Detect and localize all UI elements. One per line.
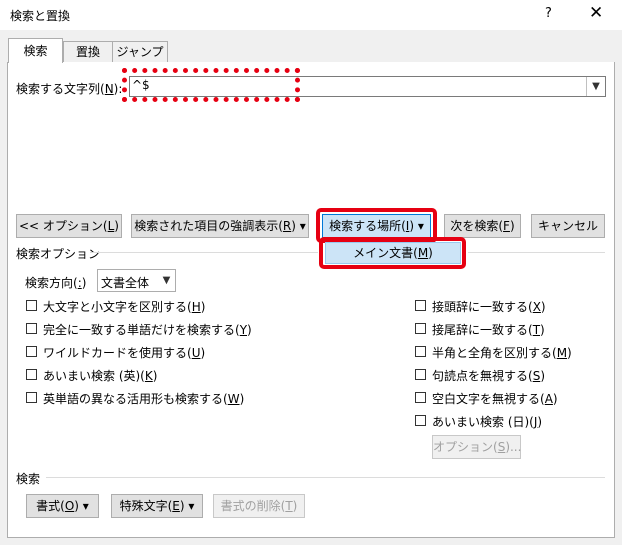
bottom-group-label: 検索 [16,472,41,486]
group-divider [468,252,605,253]
checkbox-whole-word[interactable] [26,323,37,334]
direction-value: 文書全体 [101,276,150,290]
label-fuzzy-ja: あいまい検索 (日)(J) [432,415,543,429]
label-wildcards: ワイルドカードを使用する(U) [43,346,206,360]
label-prefix: 接頭辞に一致する(X) [432,300,546,314]
checkbox-wildcards[interactable] [26,346,37,357]
cancel-button[interactable]: キャンセル [531,214,605,238]
label-punctuation: 句読点を無視する(S) [432,369,545,383]
direction-label: 検索方向(:) [25,276,87,290]
special-button[interactable]: 特殊文字(E) ▾ [111,494,203,518]
label-whitespace: 空白文字を無視する(A) [432,392,558,406]
label-fuzzy-en: あいまい検索 (英)(K) [43,369,158,383]
window-title: 検索と置換 [10,9,71,23]
clear-format-button[interactable]: 書式の削除(T) [213,494,305,518]
label-width: 半角と全角を区別する(M) [432,346,572,360]
title-bar [0,0,622,30]
close-button[interactable]: ✕ [589,3,603,23]
tab-replace[interactable]: 置換 [63,41,113,62]
group-divider [46,477,605,478]
checkbox-fuzzy-en[interactable] [26,369,37,380]
label-word-forms: 英単語の異なる活用形も検索する(W) [43,392,245,406]
chevron-down-icon[interactable]: ▼ [158,270,175,291]
tab-goto[interactable]: ジャンプ [112,41,168,62]
find-in-button[interactable]: 検索する場所(I) ▾ [322,214,431,238]
checkbox-fuzzy-ja[interactable] [415,415,426,426]
search-dropdown-arrow[interactable]: ▼ [586,77,605,96]
checkbox-punctuation[interactable] [415,369,426,380]
group-divider [90,252,318,253]
highlight-button[interactable]: 検索された項目の強調表示(R) ▾ [131,214,309,238]
checkbox-whitespace[interactable] [415,392,426,403]
checkbox-word-forms[interactable] [26,392,37,403]
format-button[interactable]: 書式(O) ▾ [26,494,99,518]
checkbox-prefix[interactable] [415,300,426,311]
menu-item-main-document[interactable]: メイン文書(M) [325,242,461,264]
highlight-annotation-search [122,68,300,102]
checkbox-match-case[interactable] [26,300,37,311]
checkbox-width[interactable] [415,346,426,357]
search-label: 検索する文字列(N): [16,82,123,96]
fuzzy-options-button[interactable]: オプション(S)... [432,435,521,459]
label-suffix: 接尾辞に一致する(T) [432,323,545,337]
help-button[interactable]: ? [545,6,552,21]
label-whole-word: 完全に一致する単語だけを検索する(Y) [43,323,252,337]
search-options-label: 検索オプション [16,247,101,261]
checkbox-suffix[interactable] [415,323,426,334]
tab-find[interactable]: 検索 [8,38,63,63]
find-next-button[interactable]: 次を検索(F) [444,214,521,238]
less-options-button[interactable]: << オプション(L) [16,214,122,238]
label-match-case: 大文字と小文字を区別する(H) [43,300,206,314]
